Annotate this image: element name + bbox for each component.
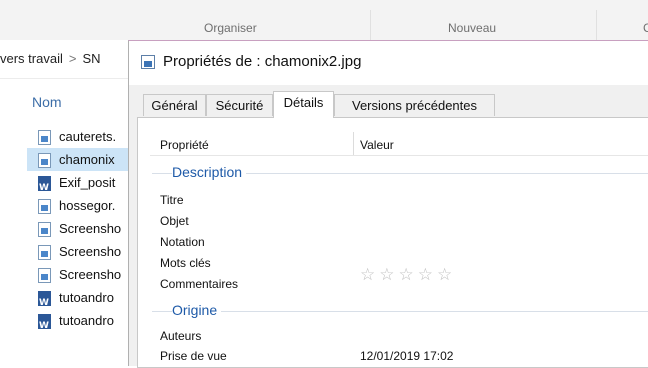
file-name: chamonix — [59, 152, 115, 167]
image-file-icon — [38, 153, 51, 169]
file-name: cauterets. — [59, 129, 117, 144]
rating-stars[interactable]: ☆☆☆☆☆ — [360, 265, 456, 285]
ribbon-group-nouveau[interactable]: Nouveau — [448, 21, 496, 35]
column-header-property[interactable]: Propriété — [160, 138, 209, 152]
column-header-name[interactable]: Nom — [32, 94, 62, 110]
image-file-icon — [38, 222, 51, 238]
ribbon: Organiser Nouveau C — [0, 0, 648, 41]
file-name: hossegor. — [59, 198, 116, 213]
prop-titre[interactable]: Titre — [160, 193, 184, 207]
image-file-icon — [38, 130, 51, 146]
ribbon-divider — [596, 10, 597, 40]
chevron-right-icon: > — [68, 51, 77, 66]
column-divider[interactable] — [353, 132, 354, 156]
file-item[interactable]: hossegor. — [27, 194, 135, 217]
value-prise-de-vue[interactable]: 12/01/2019 17:02 — [360, 349, 453, 363]
file-item[interactable]: Exif_posit — [27, 171, 135, 194]
breadcrumb-part-sn[interactable]: SN — [82, 40, 100, 78]
file-item[interactable]: Screensho — [27, 217, 135, 240]
file-item[interactable]: tutoandro — [27, 309, 135, 332]
breadcrumb[interactable]: vers travail > SN — [0, 40, 130, 79]
file-item-selected[interactable]: chamonix — [27, 148, 135, 171]
word-doc-icon — [38, 314, 51, 332]
section-description: Description — [172, 164, 247, 180]
image-file-icon — [38, 199, 51, 215]
file-name: Screensho — [59, 267, 122, 282]
file-name: tutoandro — [59, 313, 114, 328]
ribbon-divider — [370, 10, 371, 40]
ribbon-group-ouvrir[interactable]: C — [643, 21, 648, 35]
prop-notation[interactable]: Notation — [160, 235, 205, 249]
section-divider — [152, 311, 648, 312]
header-divider — [150, 155, 648, 156]
tab-securite[interactable]: Sécurité — [206, 94, 273, 116]
prop-objet[interactable]: Objet — [160, 214, 189, 228]
file-name: Screensho — [59, 244, 122, 259]
prop-auteurs[interactable]: Auteurs — [160, 329, 201, 343]
dialog-title: Propriétés de : chamonix2.jpg — [163, 53, 362, 70]
file-name: tutoandro — [59, 290, 114, 305]
file-item[interactable]: Screensho — [27, 240, 135, 263]
tab-general[interactable]: Général — [143, 94, 206, 116]
details-panel: Propriété Valeur Description Titre Objet… — [137, 117, 648, 368]
word-doc-icon — [38, 291, 51, 309]
breadcrumb-part-travail[interactable]: vers travail — [0, 40, 63, 78]
properties-dialog: Propriétés de : chamonix2.jpg Général Sé… — [128, 40, 648, 368]
column-header-value[interactable]: Valeur — [360, 138, 394, 152]
file-item[interactable]: cauterets. — [27, 125, 135, 148]
ribbon-group-organiser[interactable]: Organiser — [204, 21, 257, 35]
image-file-icon — [38, 245, 51, 261]
file-item[interactable]: Screensho — [27, 263, 135, 286]
image-file-icon — [141, 55, 155, 69]
tab-versions-precedentes[interactable]: Versions précédentes — [334, 94, 495, 116]
file-name: Exif_posit — [59, 175, 116, 190]
prop-mots-cles[interactable]: Mots clés — [160, 256, 211, 270]
file-name: Screensho — [59, 221, 122, 236]
prop-commentaires[interactable]: Commentaires — [160, 277, 238, 291]
file-item[interactable]: tutoandro — [27, 286, 135, 309]
image-file-icon — [38, 268, 51, 284]
word-doc-icon — [38, 176, 51, 194]
dialog-titlebar[interactable]: Propriétés de : chamonix2.jpg — [129, 41, 648, 85]
section-origine: Origine — [172, 302, 222, 318]
prop-prise-de-vue[interactable]: Prise de vue — [160, 349, 227, 363]
tab-details[interactable]: Détails — [273, 91, 334, 118]
